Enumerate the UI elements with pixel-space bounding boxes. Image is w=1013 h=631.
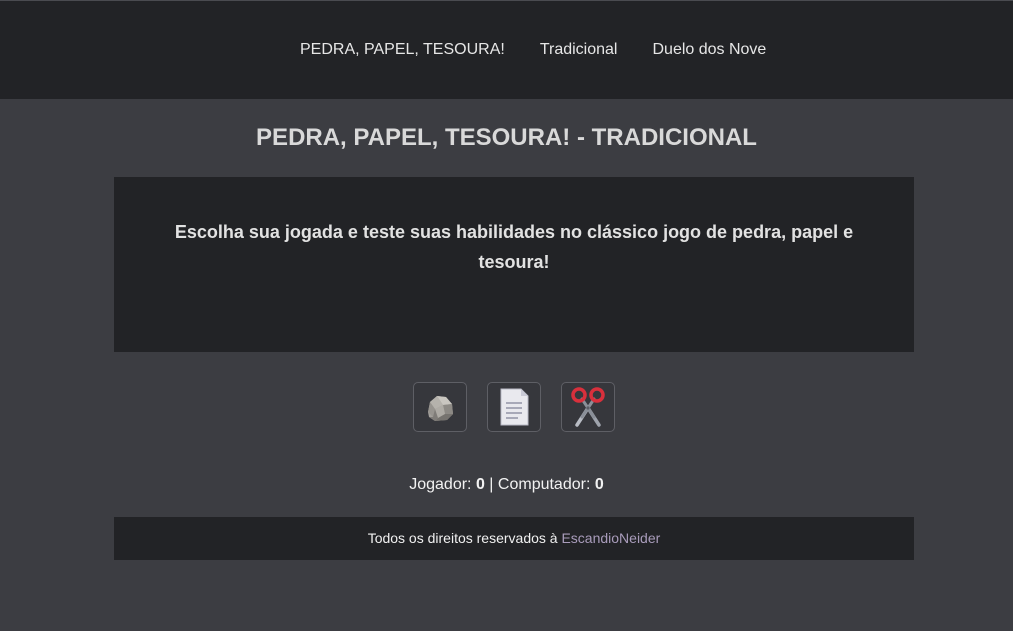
main-nav: PEDRA, PAPEL, TESOURA! Tradicional Duelo… (300, 41, 766, 59)
nav-item-tradicional[interactable]: Tradicional (540, 41, 618, 59)
computer-score-value: 0 (594, 476, 604, 493)
rock-icon (428, 396, 453, 421)
player-score-label: Jogador: (409, 476, 472, 493)
paper-button[interactable] (487, 382, 541, 432)
nav-item-duelo-dos-nove[interactable]: Duelo dos Nove (652, 41, 766, 59)
rock-button[interactable] (413, 382, 467, 432)
player-score-value: 0 (475, 476, 485, 493)
top-navbar: PEDRA, PAPEL, TESOURA! Tradicional Duelo… (0, 0, 1013, 99)
footer-text: Todos os direitos reservados à (367, 530, 558, 546)
footer: Todos os direitos reservados à EscandioN… (114, 517, 914, 560)
scoreboard: Jogador: 0 | Computador: 0 (0, 475, 1013, 495)
scissors-icon (571, 387, 605, 427)
intro-text: Escolha sua jogada e teste suas habilida… (174, 222, 854, 272)
choice-buttons (413, 382, 615, 432)
score-separator: | (489, 476, 494, 493)
paper-icon (500, 388, 529, 426)
computer-score-label: Computador: (497, 476, 591, 493)
page-title: PEDRA, PAPEL, TESOURA! - TRADICIONAL (256, 124, 757, 151)
author-link[interactable]: EscandioNeider (561, 530, 660, 546)
scissors-button[interactable] (561, 382, 615, 432)
intro-panel: Escolha sua jogada e teste suas habilida… (114, 177, 914, 352)
nav-brand-link[interactable]: PEDRA, PAPEL, TESOURA! (300, 41, 505, 59)
